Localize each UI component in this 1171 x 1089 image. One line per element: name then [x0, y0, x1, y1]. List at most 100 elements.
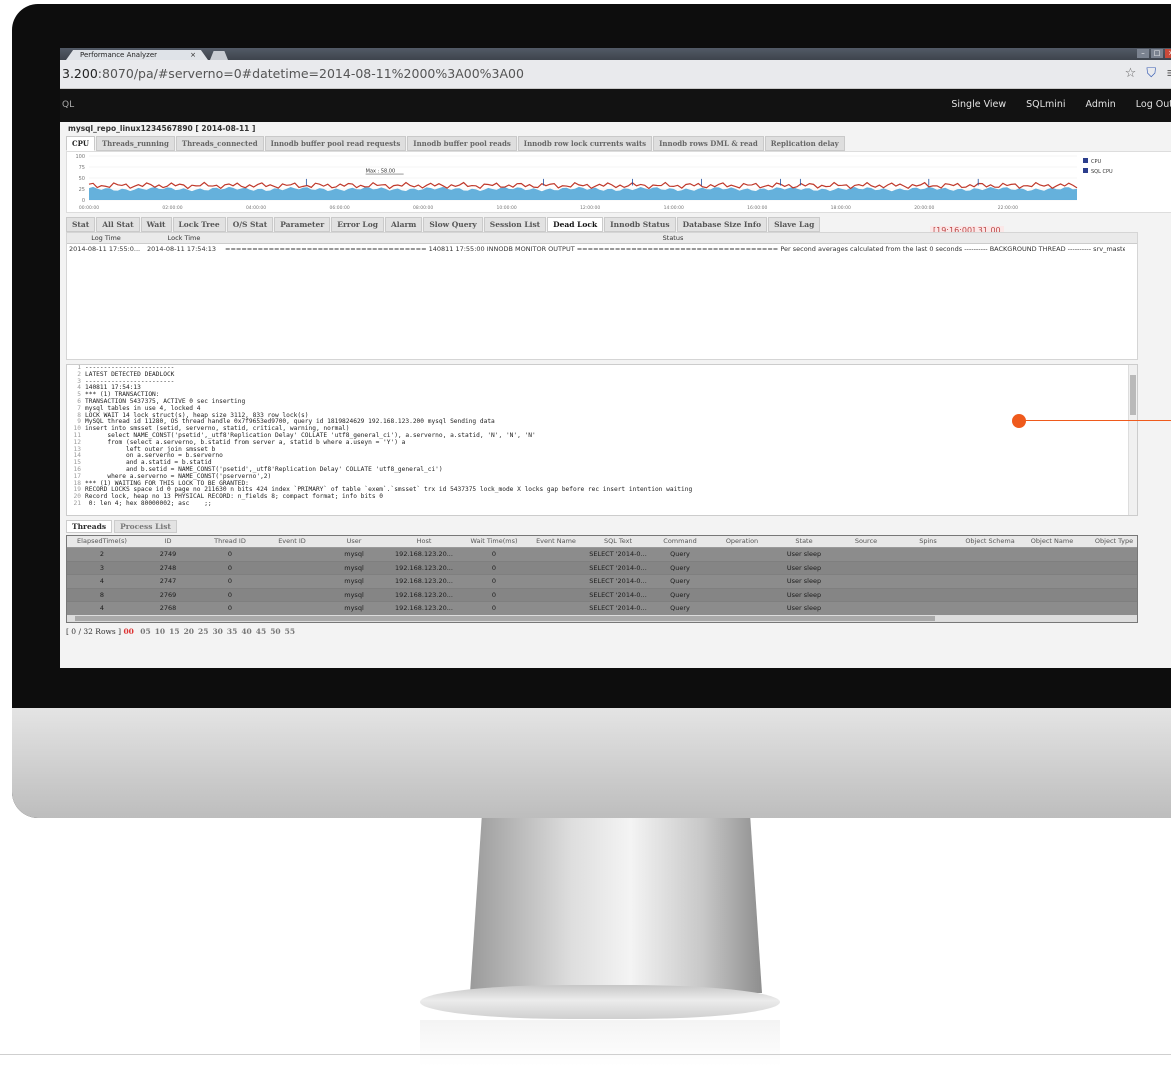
code-line: 3 ------------------------ [67, 378, 1137, 386]
close-tab-icon[interactable]: × [190, 50, 196, 60]
nav-admin[interactable]: Admin [1076, 99, 1126, 110]
grid-cell: 192.168.123.20... [395, 604, 453, 612]
shield-icon[interactable]: ⛉ [1146, 66, 1156, 81]
x-tick-label: 02:00:00 [162, 205, 182, 211]
grid-col-header[interactable]: Object Name [1021, 536, 1083, 547]
grid-cell [835, 575, 897, 588]
grid-col-header[interactable]: ElapsedTime(s) [67, 536, 137, 547]
table-row[interactable]: 8 2769 0 mysql 192.168.123.20... 0 SELECT '201… [67, 588, 1137, 602]
tab-detail-3[interactable]: Lock Tree [172, 217, 226, 232]
grid-cell: 0 [491, 604, 497, 612]
page-link[interactable]: 15 [169, 627, 179, 636]
tab-metric-3[interactable]: Innodb buffer pool read requests [264, 136, 407, 151]
tab-metric-4[interactable]: Innodb buffer pool reads [407, 136, 517, 151]
page-current[interactable]: 00 [123, 627, 133, 636]
menu-icon[interactable]: ≡ [1166, 66, 1171, 81]
grid-cell [525, 575, 587, 588]
browser-tab[interactable]: Performance Analyzer × [66, 50, 208, 60]
nav-log-out[interactable]: Log Out [1126, 99, 1171, 110]
log-col-log-time[interactable]: Log Time [67, 233, 145, 243]
table-row[interactable]: 3 2748 0 mysql 192.168.123.20... 0 SELECT '201… [67, 561, 1137, 575]
code-scroll-thumb[interactable] [1130, 375, 1136, 415]
grid-col-header[interactable]: Operation [711, 536, 773, 547]
grid-col-header[interactable]: SQL Text [587, 536, 649, 547]
page-link[interactable]: 40 [241, 627, 251, 636]
tab-detail-1[interactable]: All Stat [96, 217, 140, 232]
star-icon[interactable]: ☆ [1125, 66, 1137, 81]
tab-process-list[interactable]: Process List [114, 520, 177, 533]
grid-col-header[interactable]: Object Schema [959, 536, 1021, 547]
grid-cell [261, 575, 323, 588]
tab-detail-12[interactable]: Database Size Info [676, 217, 768, 232]
log-col-status[interactable]: Status [223, 233, 1123, 243]
tab-detail-13[interactable]: Slave Lag [768, 217, 821, 232]
code-scrollbar[interactable] [1128, 365, 1137, 515]
tab-metric-7[interactable]: Replication delay [764, 136, 845, 151]
page-link[interactable]: 05 [140, 627, 150, 636]
grid-col-header[interactable]: Wait Time(ms) [463, 536, 525, 547]
page-link[interactable]: 25 [198, 627, 208, 636]
grid-col-header[interactable]: Spins [897, 536, 959, 547]
page-link[interactable]: 50 [270, 627, 280, 636]
tab-detail-9[interactable]: Session List [483, 217, 547, 232]
page-link[interactable]: 45 [256, 627, 266, 636]
url-field[interactable]: 3.200:8070/pa/#serverno=0#datetime=2014-… [62, 66, 524, 81]
page-link[interactable]: 10 [155, 627, 165, 636]
tab-metric-5[interactable]: Innodb row lock currents waits [517, 136, 653, 151]
minimize-icon[interactable]: – [1137, 49, 1149, 58]
grid-col-header[interactable]: User [323, 536, 385, 547]
table-row[interactable]: 4 2768 0 mysql 192.168.123.20... 0 SELECT '201… [67, 602, 1137, 616]
browser-tab-title: Performance Analyzer [80, 51, 158, 59]
grid-cell: 0 [227, 604, 233, 612]
page-link[interactable]: 20 [184, 627, 194, 636]
floor-line [0, 1054, 1171, 1055]
page-link[interactable]: 35 [227, 627, 237, 636]
tab-threads[interactable]: Threads [66, 520, 113, 533]
grid-cell [897, 602, 959, 615]
page-link[interactable]: 30 [212, 627, 222, 636]
deadlock-detail-text[interactable]: 1 ------------------------ 2 LATEST DETECTE… [66, 364, 1138, 516]
grid-col-header[interactable]: State [773, 536, 835, 547]
grid-col-header[interactable]: Event Name [525, 536, 587, 547]
tab-metric-2[interactable]: Threads_connected [175, 136, 264, 151]
table-row[interactable]: 2 2749 0 mysql 192.168.123.20... 0 SELECT '201… [67, 548, 1137, 562]
grid-col-header[interactable]: Object Type [1083, 536, 1137, 547]
grid-scroll-thumb[interactable] [75, 616, 935, 621]
tab-detail-11[interactable]: Innodb Status [604, 217, 676, 232]
new-tab-button[interactable] [210, 51, 228, 60]
tab-detail-4[interactable]: O/S Stat [226, 217, 274, 232]
tab-detail-7[interactable]: Alarm [384, 217, 423, 232]
grid-horizontal-scrollbar[interactable] [67, 615, 1137, 622]
grid-cell: Query [670, 563, 690, 572]
nav-single-view[interactable]: Single View [941, 99, 1016, 110]
log-col-lock-time[interactable]: Lock Time [145, 233, 223, 243]
legend-swatch [1083, 158, 1088, 163]
page-link[interactable]: 55 [285, 627, 295, 636]
window-close-icon[interactable]: × [1165, 49, 1171, 58]
tab-detail-6[interactable]: Error Log [331, 217, 384, 232]
grid-col-header[interactable]: Command [649, 536, 711, 547]
tab-detail-10[interactable]: Dead Lock [547, 217, 604, 232]
tab-detail-8[interactable]: Slow Query [423, 217, 483, 232]
nav-sqlmini[interactable]: SQLmini [1016, 99, 1075, 110]
grid-col-header[interactable]: Event ID [261, 536, 323, 547]
log-row[interactable]: 2014-08-11 17:55:0... 2014-08-11 17:54:1… [67, 244, 1137, 255]
grid-cell [835, 602, 897, 615]
grid-col-header[interactable]: Thread ID [199, 536, 261, 547]
grid-cell [525, 602, 587, 615]
grid-cell [261, 602, 323, 615]
tab-metric-0[interactable]: CPU [66, 136, 95, 151]
pager: [ 0 / 32 Rows ] 00 05 10 15 20 25 30 35 40 45 50 5… [66, 627, 1171, 636]
tab-detail-2[interactable]: Wait [140, 217, 172, 232]
grid-col-header[interactable]: Host [385, 536, 463, 547]
grid-col-header[interactable]: Source [835, 536, 897, 547]
tab-metric-6[interactable]: Innodb rows DML & read [653, 136, 764, 151]
grid-col-header[interactable]: ID [137, 536, 199, 547]
tab-metric-1[interactable]: Threads_running [95, 136, 175, 151]
maximize-icon[interactable]: □ [1151, 49, 1163, 58]
grid-cell: 0 [227, 577, 233, 585]
y-tick-label: 100 [75, 154, 85, 160]
tab-detail-5[interactable]: Parameter [274, 217, 331, 232]
table-row[interactable]: 4 2747 0 mysql 192.168.123.20... 0 SELECT '201… [67, 575, 1137, 589]
tab-detail-0[interactable]: Stat [66, 217, 96, 232]
